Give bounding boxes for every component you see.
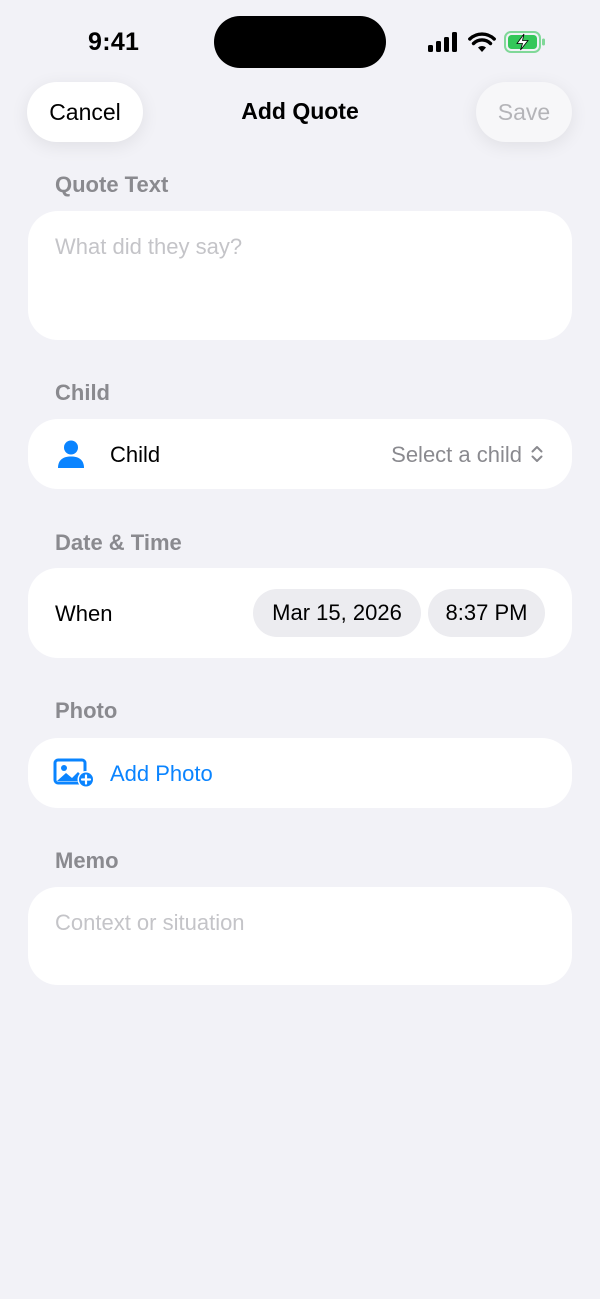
date-time-section-label: Date & Time — [55, 530, 182, 555]
date-time-row: When Mar 15, 2026 8:37 PM — [28, 568, 572, 658]
time-picker-chip[interactable]: 8:37 PM — [428, 589, 545, 637]
person-icon — [58, 440, 84, 468]
cellular-signal-icon — [428, 32, 457, 52]
battery-charging-icon — [504, 31, 545, 53]
child-row-label: Child — [110, 442, 161, 467]
memo-section-label: Memo — [55, 848, 119, 873]
save-button[interactable]: Save — [476, 82, 572, 142]
child-section-label: Child — [55, 380, 110, 405]
status-bar: 9:41 — [0, 0, 600, 84]
wifi-icon — [468, 31, 496, 52]
memo-field[interactable]: Context or situation — [28, 887, 572, 985]
when-label: When — [55, 601, 113, 626]
add-quote-screen: 9:41 Cancel Add Quote Save Quote Text Wh… — [0, 0, 600, 1299]
child-select-value[interactable]: Select a child — [391, 442, 522, 468]
quote-text-section-label: Quote Text — [55, 172, 169, 197]
date-picker-chip[interactable]: Mar 15, 2026 — [253, 589, 421, 637]
child-picker-row[interactable]: Child Select a child — [28, 419, 572, 489]
quote-text-placeholder: What did they say? — [55, 234, 243, 259]
add-photo-icon — [53, 758, 95, 788]
status-icons — [428, 30, 546, 54]
quote-text-field[interactable]: What did they say? — [28, 211, 572, 340]
add-photo-row[interactable]: Add Photo — [28, 738, 572, 808]
photo-section-label: Photo — [55, 698, 118, 723]
time-value: 8:37 PM — [445, 600, 528, 625]
save-button-label: Save — [497, 98, 551, 125]
memo-placeholder: Context or situation — [55, 910, 245, 935]
chevron-up-down-icon — [531, 446, 543, 462]
status-time: 9:41 — [88, 28, 140, 56]
dynamic-island — [214, 16, 386, 68]
add-photo-label: Add Photo — [110, 761, 213, 786]
date-value: Mar 15, 2026 — [272, 600, 402, 625]
